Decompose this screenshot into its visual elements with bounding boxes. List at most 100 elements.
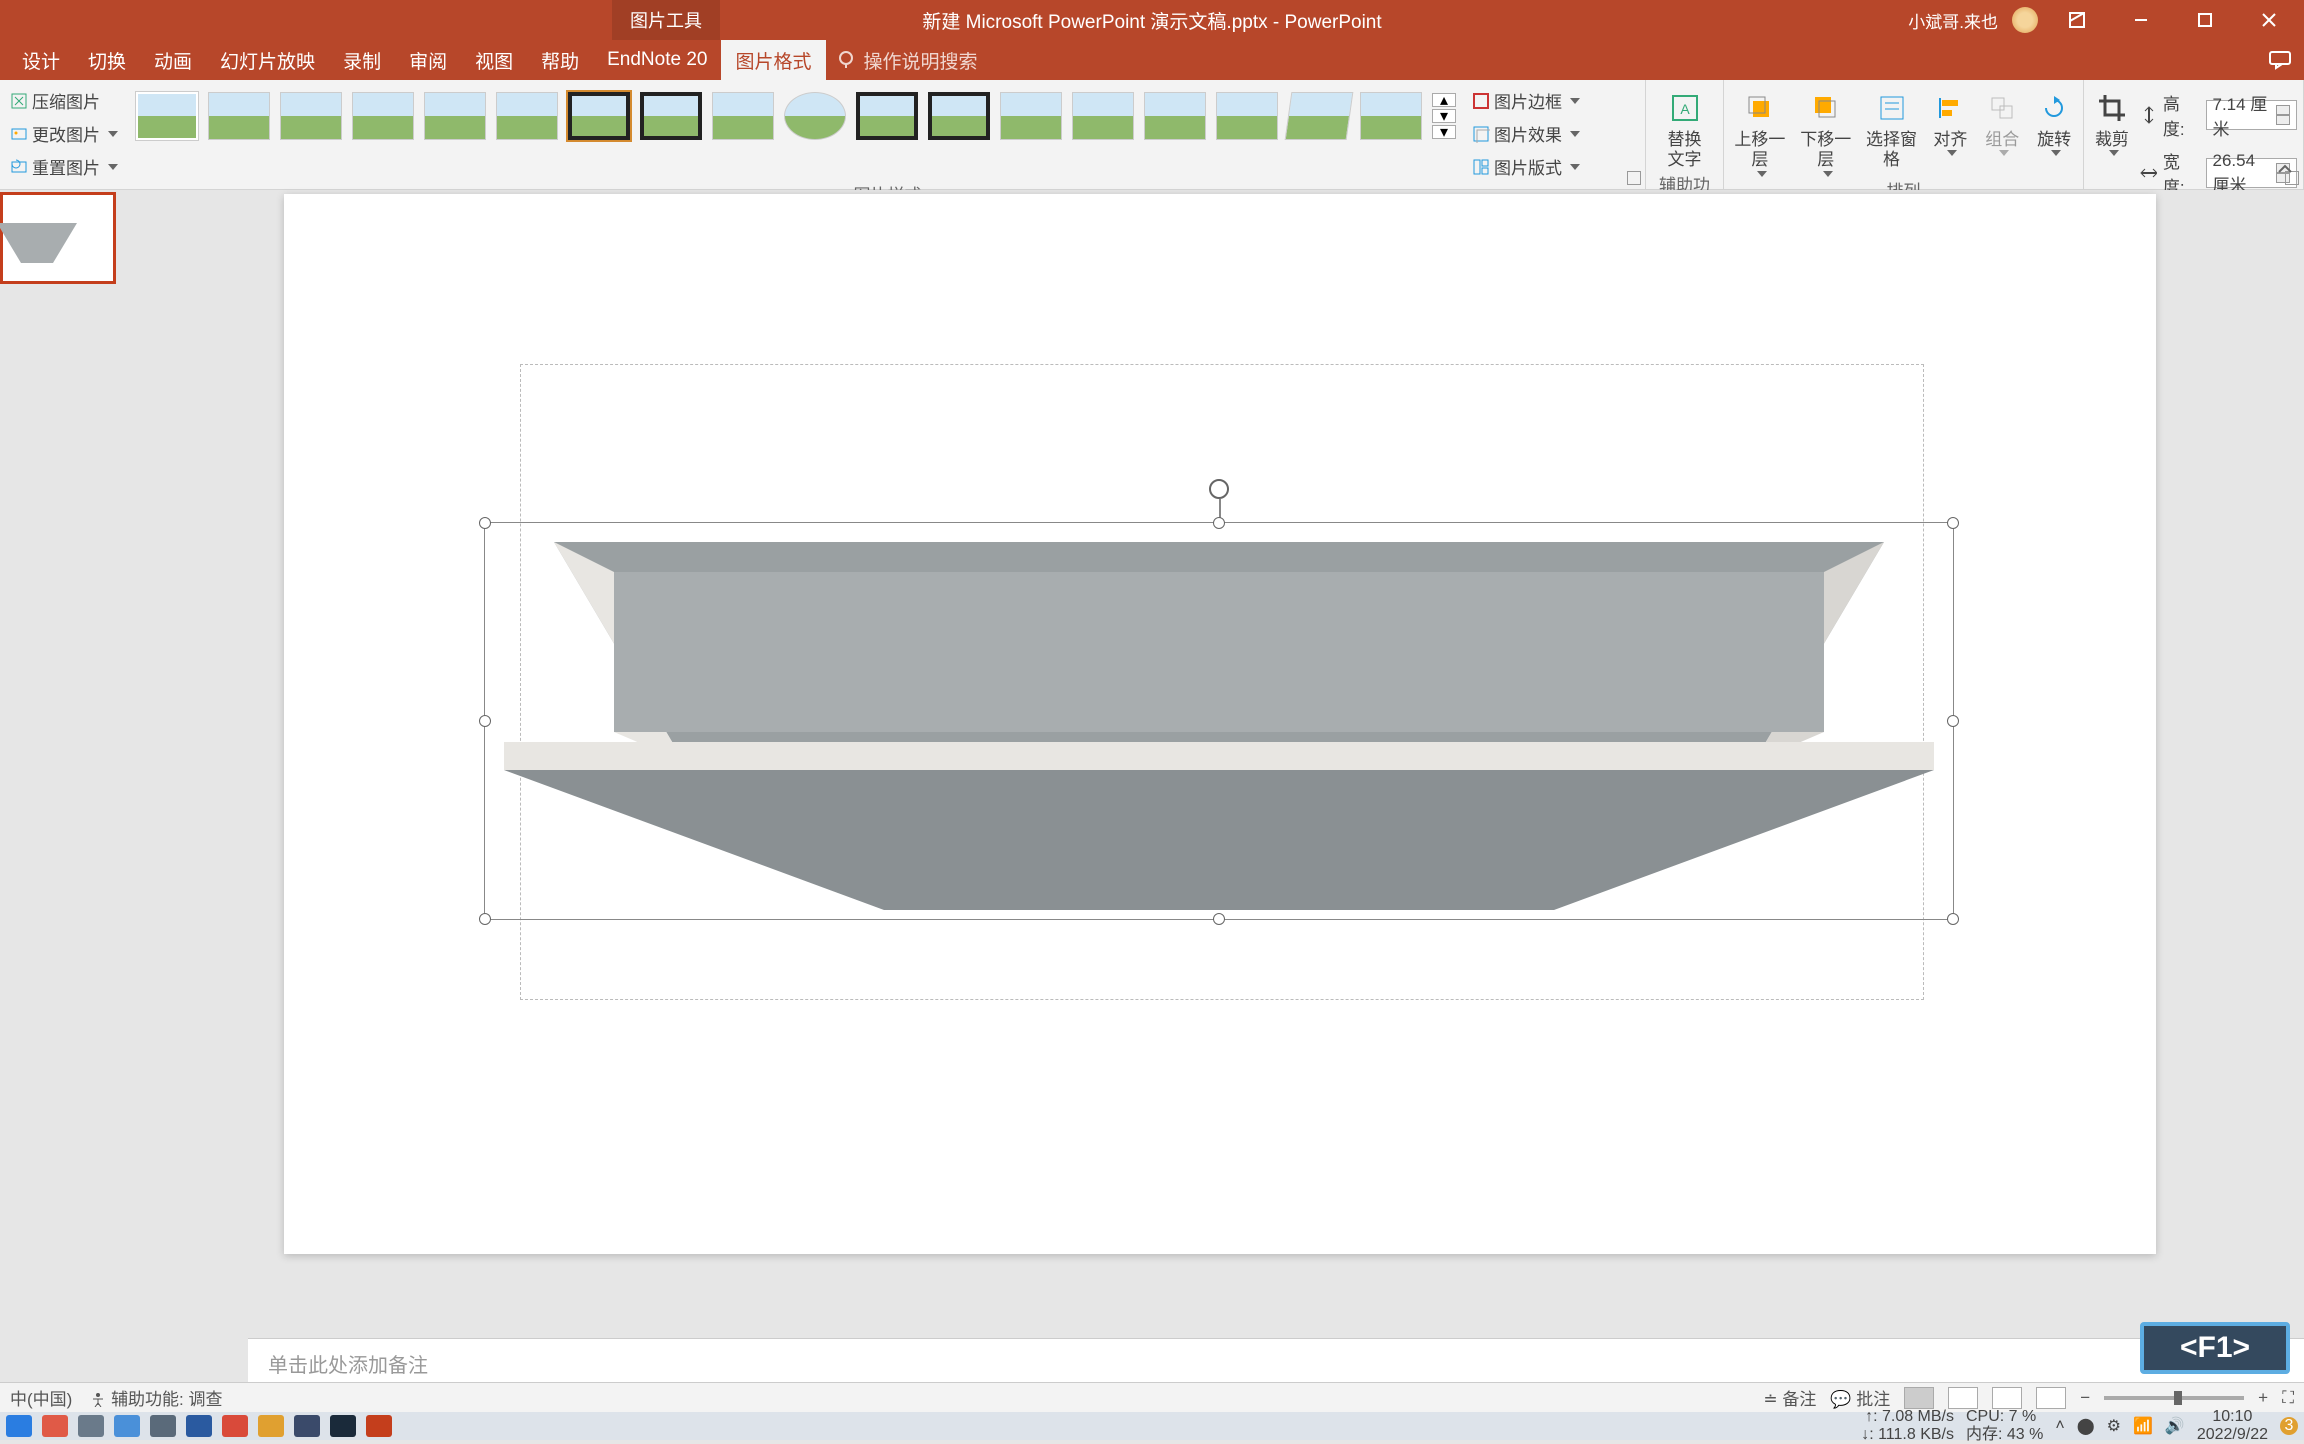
tab-transitions[interactable]: 切换 — [74, 40, 140, 80]
picture-layout-button[interactable]: 图片版式 — [1468, 152, 1584, 181]
gallery-more-button[interactable]: ▴▾▾ — [1432, 93, 1456, 139]
taskbar-app-icon[interactable] — [42, 1415, 68, 1437]
tray-icon[interactable]: ⬤ — [2077, 1416, 2095, 1436]
taskbar-app-icon[interactable] — [330, 1415, 356, 1437]
notes-pane[interactable]: 单击此处添加备注 — [248, 1338, 2304, 1382]
height-input[interactable]: 7.14 厘米 — [2206, 100, 2298, 130]
style-item[interactable] — [136, 92, 198, 140]
style-item[interactable] — [1000, 92, 1062, 140]
user-avatar[interactable] — [2012, 7, 2038, 33]
zoom-in-button[interactable]: + — [2258, 1388, 2268, 1408]
normal-view-button[interactable] — [1904, 1387, 1934, 1409]
resize-handle-mr[interactable] — [1947, 715, 1959, 727]
slide-thumbnail-1[interactable] — [0, 192, 116, 284]
slide-sorter-view-button[interactable] — [1948, 1387, 1978, 1409]
tray-volume-icon[interactable]: 🔊 — [2165, 1416, 2185, 1436]
tab-endnote[interactable]: EndNote 20 — [593, 40, 721, 80]
style-item[interactable] — [496, 92, 558, 140]
tab-picture-format[interactable]: 图片格式 — [721, 40, 825, 80]
picture-selection-box[interactable] — [484, 522, 1954, 920]
group-button[interactable]: 组合 — [1979, 84, 2025, 156]
picture-effects-button[interactable]: 图片效果 — [1468, 119, 1584, 148]
bring-forward-button[interactable]: 上移一层 — [1730, 84, 1790, 177]
taskbar-powerpoint-icon[interactable] — [366, 1415, 392, 1437]
resize-handle-bc[interactable] — [1213, 913, 1225, 925]
language-status[interactable]: 中(中国) — [10, 1385, 72, 1410]
tab-record[interactable]: 录制 — [329, 40, 395, 80]
compress-pictures-button[interactable]: 压缩图片 — [6, 86, 104, 115]
style-item[interactable] — [568, 92, 630, 140]
change-picture-button[interactable]: 更改图片 — [6, 119, 122, 148]
taskbar-app-icon[interactable] — [294, 1415, 320, 1437]
slide-canvas-area[interactable]: 单击此处添加备注 — [124, 190, 2304, 1382]
resize-handle-tr[interactable] — [1947, 517, 1959, 529]
tell-me-search[interactable]: 操作说明搜索 — [836, 47, 978, 74]
picture-border-button[interactable]: 图片边框 — [1468, 86, 1584, 115]
notes-toggle[interactable]: ≐ 备注 — [1763, 1385, 1816, 1410]
styles-dialog-launcher[interactable] — [1627, 171, 1641, 185]
alt-text-button[interactable]: A 替换 文字 — [1655, 84, 1715, 171]
style-item[interactable] — [424, 92, 486, 140]
comments-toggle[interactable]: 💬 批注 — [1830, 1385, 1890, 1410]
tab-animations[interactable]: 动画 — [140, 40, 206, 80]
style-item[interactable] — [280, 92, 342, 140]
rotate-button[interactable]: 旋转 — [2031, 84, 2077, 156]
tray-chevron-icon[interactable]: ˄ — [2055, 1417, 2064, 1435]
taskbar-app-icon[interactable] — [258, 1415, 284, 1437]
selection-pane-button[interactable]: 选择窗格 — [1862, 84, 1922, 171]
minimize-button[interactable] — [2116, 0, 2166, 40]
style-item[interactable] — [1072, 92, 1134, 140]
style-item[interactable] — [1360, 92, 1422, 140]
system-tray[interactable]: ↑: 7.08 MB/s ↓: 111.8 KB/s CPU: 7 % 内存: … — [1861, 1408, 2298, 1443]
send-backward-button[interactable]: 下移一层 — [1796, 84, 1856, 177]
collapse-ribbon-button[interactable] — [2276, 160, 2294, 183]
tab-slideshow[interactable]: 幻灯片放映 — [206, 40, 329, 80]
tab-view[interactable]: 视图 — [461, 40, 527, 80]
style-item[interactable] — [784, 92, 846, 140]
tab-help[interactable]: 帮助 — [527, 40, 593, 80]
tab-review[interactable]: 审阅 — [395, 40, 461, 80]
slide[interactable] — [284, 194, 2156, 1254]
rotation-handle[interactable] — [1209, 479, 1229, 499]
slide-thumbnail-pane[interactable] — [0, 190, 124, 1382]
slideshow-view-button[interactable] — [2036, 1387, 2066, 1409]
align-button[interactable]: 对齐 — [1927, 84, 1973, 156]
taskbar-app-icon[interactable] — [6, 1415, 32, 1437]
ribbon-display-options-button[interactable] — [2052, 0, 2102, 40]
picture-styles-gallery[interactable]: ▴▾▾ — [136, 84, 1456, 148]
resize-handle-bl[interactable] — [479, 913, 491, 925]
style-item[interactable] — [928, 92, 990, 140]
maximize-button[interactable] — [2180, 0, 2230, 40]
close-button[interactable] — [2244, 0, 2294, 40]
crop-button[interactable]: 裁剪 — [2090, 84, 2134, 156]
style-item[interactable] — [208, 92, 270, 140]
spin-down[interactable] — [2276, 115, 2290, 125]
taskbar-app-icon[interactable] — [114, 1415, 140, 1437]
tab-design[interactable]: 设计 — [8, 40, 74, 80]
resize-handle-tl[interactable] — [479, 517, 491, 529]
taskbar-app-icon[interactable] — [78, 1415, 104, 1437]
style-item[interactable] — [856, 92, 918, 140]
fit-to-window-button[interactable]: ⛶ — [2282, 1388, 2294, 1408]
taskbar-app-icon[interactable] — [186, 1415, 212, 1437]
resize-handle-br[interactable] — [1947, 913, 1959, 925]
resize-handle-ml[interactable] — [479, 715, 491, 727]
style-item[interactable] — [712, 92, 774, 140]
resize-handle-tc[interactable] — [1213, 517, 1225, 529]
zoom-out-button[interactable]: − — [2080, 1388, 2090, 1408]
style-item[interactable] — [1144, 92, 1206, 140]
reset-picture-button[interactable]: 重置图片 — [6, 152, 122, 181]
spin-up[interactable] — [2276, 105, 2290, 115]
tray-icon[interactable]: ⚙ — [2107, 1416, 2121, 1436]
tray-icon[interactable]: 📶 — [2133, 1416, 2153, 1436]
notification-icon[interactable]: 3 — [2280, 1417, 2298, 1435]
reading-view-button[interactable] — [1992, 1387, 2022, 1409]
accessibility-status[interactable]: 辅助功能: 调查 — [90, 1385, 222, 1410]
style-item[interactable] — [352, 92, 414, 140]
zoom-slider[interactable] — [2104, 1396, 2244, 1400]
style-item[interactable] — [1216, 92, 1278, 140]
taskbar-app-icon[interactable] — [150, 1415, 176, 1437]
taskbar-app-icon[interactable] — [222, 1415, 248, 1437]
comments-icon[interactable] — [2268, 50, 2292, 70]
style-item[interactable] — [1285, 92, 1354, 140]
